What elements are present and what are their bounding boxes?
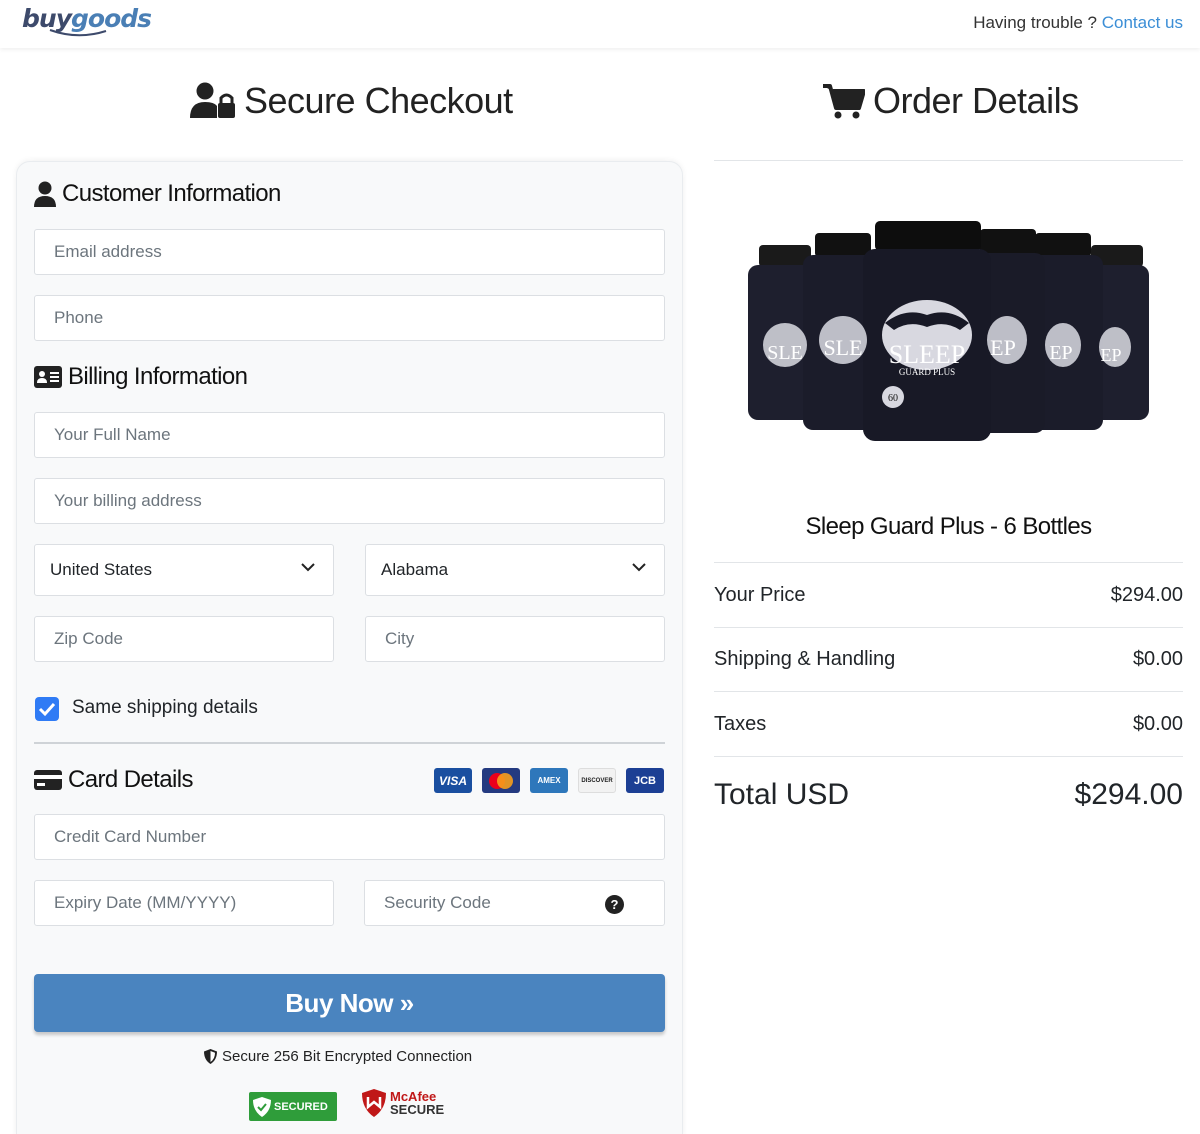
customer-info-heading: Customer Information: [34, 180, 281, 208]
mcafee-secure-label: SECURE: [390, 1102, 445, 1117]
svg-text:GUARD PLUS: GUARD PLUS: [899, 367, 955, 377]
svg-text:SLE: SLE: [767, 342, 803, 364]
buy-now-button[interactable]: Buy Now »: [34, 974, 665, 1032]
mcafee-shield-icon: [362, 1089, 386, 1117]
state-value: Alabama: [381, 560, 449, 579]
shipping-value: $0.00: [1132, 648, 1183, 670]
total-label: Total USD: [714, 778, 850, 811]
card-details-heading-text: Card Details: [68, 766, 193, 793]
question-circle-icon[interactable]: ?: [605, 895, 624, 914]
card-details-heading: Card Details: [34, 766, 193, 794]
security-code-placeholder: Security Code: [384, 893, 491, 912]
user-lock-icon: [190, 82, 235, 118]
jcb-label: JCB: [633, 774, 656, 787]
country-select[interactable]: United States: [34, 544, 334, 596]
your-price-value: $294.00: [1110, 584, 1183, 606]
email-placeholder: Email address: [54, 242, 162, 261]
product-name: Sleep Guard Plus - 6 Bottles: [805, 513, 1092, 540]
jcb-card-icon: JCB: [626, 768, 664, 793]
svg-text:60: 60: [888, 393, 898, 404]
mastercard-icon: [482, 768, 520, 793]
trustguard-secured-badge[interactable]: SECURED: [249, 1092, 337, 1121]
svg-text:EP: EP: [990, 335, 1016, 360]
card-brand-logos: VISA AMEX DISCOVER JCB: [434, 768, 664, 793]
phone-placeholder: Phone: [54, 308, 104, 327]
total-row-divider: [714, 756, 1183, 757]
order-details-title: Order Details: [823, 80, 1079, 122]
country-value: United States: [50, 560, 153, 579]
total-value: $294.00: [1074, 778, 1183, 811]
billing-address-field[interactable]: Your billing address: [34, 478, 665, 524]
expiry-date-placeholder: Expiry Date (MM/YYYY): [54, 893, 237, 912]
zip-code-field[interactable]: Zip Code: [34, 616, 334, 662]
top-bar: buygoods Having trouble ? Contact us: [0, 0, 1200, 48]
order-top-divider: [714, 160, 1183, 161]
email-field[interactable]: Email address: [34, 229, 665, 275]
discover-card-icon: DISCOVER: [578, 768, 616, 793]
secure-checkout-title-text: Secure Checkout: [244, 80, 513, 121]
taxes-row-divider: [714, 691, 1183, 692]
phone-field[interactable]: Phone: [34, 295, 665, 341]
customer-info-heading-text: Customer Information: [62, 180, 281, 207]
contact-us-link[interactable]: Contact us: [1102, 13, 1183, 32]
shopping-cart-icon: [823, 84, 865, 119]
billing-info-heading-text: Billing Information: [68, 363, 248, 390]
order-details-title-text: Order Details: [873, 80, 1079, 121]
user-icon: [34, 181, 56, 207]
chevron-down-icon: [301, 563, 315, 572]
secure-connection-text: Secure 256 Bit Encrypted Connection: [222, 1048, 473, 1065]
your-price-label: Your Price: [714, 584, 806, 606]
shield-icon: [204, 1049, 217, 1064]
taxes-value: $0.00: [1132, 713, 1183, 735]
city-field[interactable]: City: [365, 616, 665, 662]
visa-card-icon: VISA: [434, 768, 472, 793]
shield-check-icon: [253, 1096, 271, 1117]
credit-card-number-placeholder: Credit Card Number: [54, 827, 207, 846]
full-name-field[interactable]: Your Full Name: [34, 412, 665, 458]
bottle-front: SLEEP GUARD PLUS 60: [863, 221, 991, 441]
zip-code-placeholder: Zip Code: [54, 629, 123, 648]
visa-label: VISA: [438, 773, 467, 788]
help-text: Having trouble ? Contact us: [973, 13, 1183, 33]
trouble-label: Having trouble ?: [973, 13, 1102, 32]
amex-card-icon: AMEX: [530, 768, 568, 793]
state-select[interactable]: Alabama: [365, 544, 665, 596]
checkmark-icon: [38, 702, 56, 717]
svg-text:EP: EP: [1049, 342, 1072, 364]
billing-address-placeholder: Your billing address: [54, 491, 202, 510]
trustguard-label: SECURED: [274, 1100, 328, 1113]
shipping-row-divider: [714, 627, 1183, 628]
id-card-icon: [34, 366, 62, 388]
mcafee-secure-badge[interactable]: McAfee SECURE: [362, 1089, 444, 1117]
secure-connection-note: Secure 256 Bit Encrypted Connection: [204, 1048, 472, 1065]
svg-text:SLEEP: SLEEP: [889, 340, 966, 369]
credit-card-number-field[interactable]: Credit Card Number: [34, 814, 665, 860]
credit-card-icon: [34, 770, 62, 790]
same-shipping-label[interactable]: Same shipping details: [72, 697, 258, 719]
logo-swoosh-icon: [49, 29, 107, 37]
section-divider: [34, 742, 665, 744]
security-code-field[interactable]: Security Code ?: [364, 880, 665, 926]
full-name-placeholder: Your Full Name: [54, 425, 171, 444]
secure-checkout-title: Secure Checkout: [190, 80, 513, 122]
billing-info-heading: Billing Information: [34, 363, 248, 391]
chevron-down-icon: [632, 563, 646, 572]
svg-text:EP: EP: [1100, 345, 1121, 365]
expiry-date-field[interactable]: Expiry Date (MM/YYYY): [34, 880, 334, 926]
same-shipping-checkbox[interactable]: [35, 697, 59, 721]
svg-text:SLE: SLE: [823, 335, 862, 360]
discover-label: DISCOVER: [581, 777, 613, 784]
shipping-label: Shipping & Handling: [714, 648, 896, 670]
city-placeholder: City: [385, 629, 415, 648]
amex-label: AMEX: [537, 776, 561, 785]
product-bottles-image: SLEEP GUARD PLUS 60 SLE SLE EP EP EP: [748, 221, 1149, 441]
price-row-divider: [714, 562, 1183, 563]
taxes-label: Taxes: [714, 713, 767, 735]
